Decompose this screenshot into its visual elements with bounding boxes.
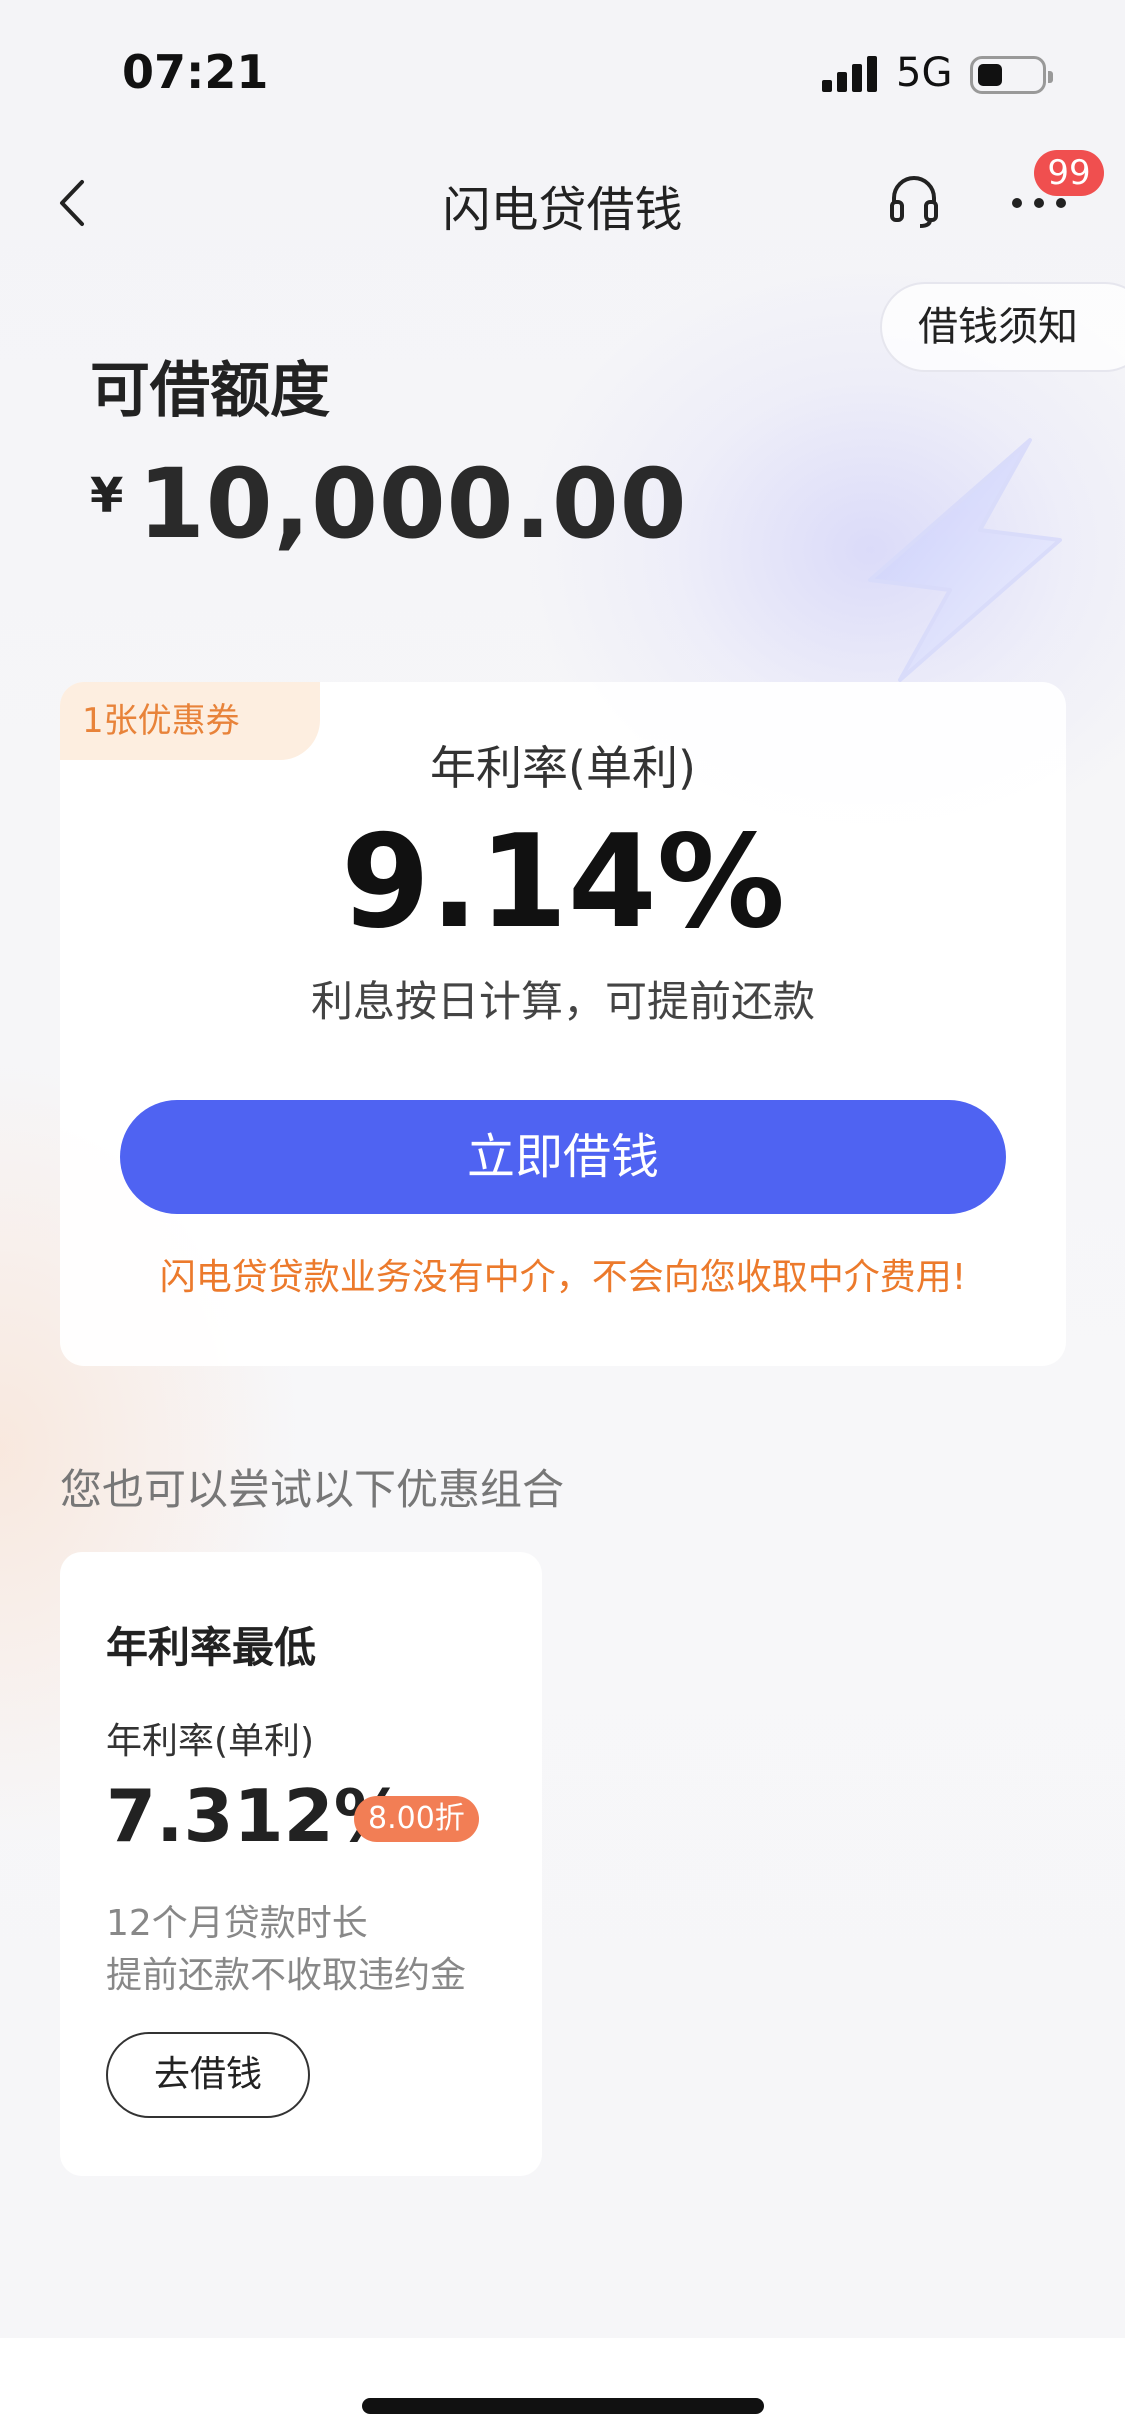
- rate-value: 9.14%: [340, 808, 786, 957]
- lightning-icon: [868, 438, 1062, 682]
- status-bar: 07:21 5G: [0, 0, 1125, 140]
- offer-rate-label: 年利率(单利): [106, 1721, 315, 1762]
- rate-card: 1张优惠券 年利率(单利) 9.14% 利息按日计算，可提前还款 立即借钱 闪电…: [60, 682, 1066, 1366]
- section-title: 您也可以尝试以下优惠组合: [60, 1465, 565, 1514]
- credit-amount: 10,000.00: [138, 448, 688, 560]
- offer-card[interactable]: 年利率最低 年利率(单利) 7.312% 8.00折 12个月贷款时长 提前还款…: [60, 1552, 542, 2176]
- borrow-now-button[interactable]: 立即借钱: [120, 1100, 1006, 1214]
- page: 07:21 5G 闪电贷借钱 99 借钱须知 可借额度 ¥ 10,000.00: [0, 0, 1125, 2435]
- page-title: 闪电贷借钱: [442, 182, 683, 238]
- discount-badge: 8.00折: [354, 1796, 479, 1842]
- go-borrow-button[interactable]: 去借钱: [106, 2032, 310, 2118]
- offer-term: 12个月贷款时长: [106, 1903, 368, 1944]
- bottom-bar: [0, 2338, 1125, 2435]
- notification-badge: 99: [1034, 150, 1104, 196]
- offer-title: 年利率最低: [106, 1623, 317, 1672]
- rate-label: 年利率(单利): [430, 741, 696, 795]
- network-label: 5G: [896, 50, 953, 96]
- borrow-notice-button[interactable]: 借钱须知: [880, 282, 1125, 372]
- offer-prepay-note: 提前还款不收取违约金: [106, 1955, 467, 1996]
- signal-icon: [822, 56, 882, 92]
- battery-icon: [970, 56, 1053, 94]
- home-indicator[interactable]: [362, 2398, 764, 2414]
- currency-symbol: ¥: [90, 468, 124, 524]
- rate-note: 利息按日计算，可提前还款: [310, 977, 815, 1026]
- headset-icon[interactable]: [884, 170, 944, 230]
- disclaimer-text: 闪电贷贷款业务没有中介，不会向您收取中介费用!: [159, 1257, 967, 1298]
- nav-bar: 闪电贷借钱: [0, 140, 1125, 260]
- credit-label: 可借额度: [90, 356, 330, 426]
- status-time: 07:21: [122, 45, 269, 99]
